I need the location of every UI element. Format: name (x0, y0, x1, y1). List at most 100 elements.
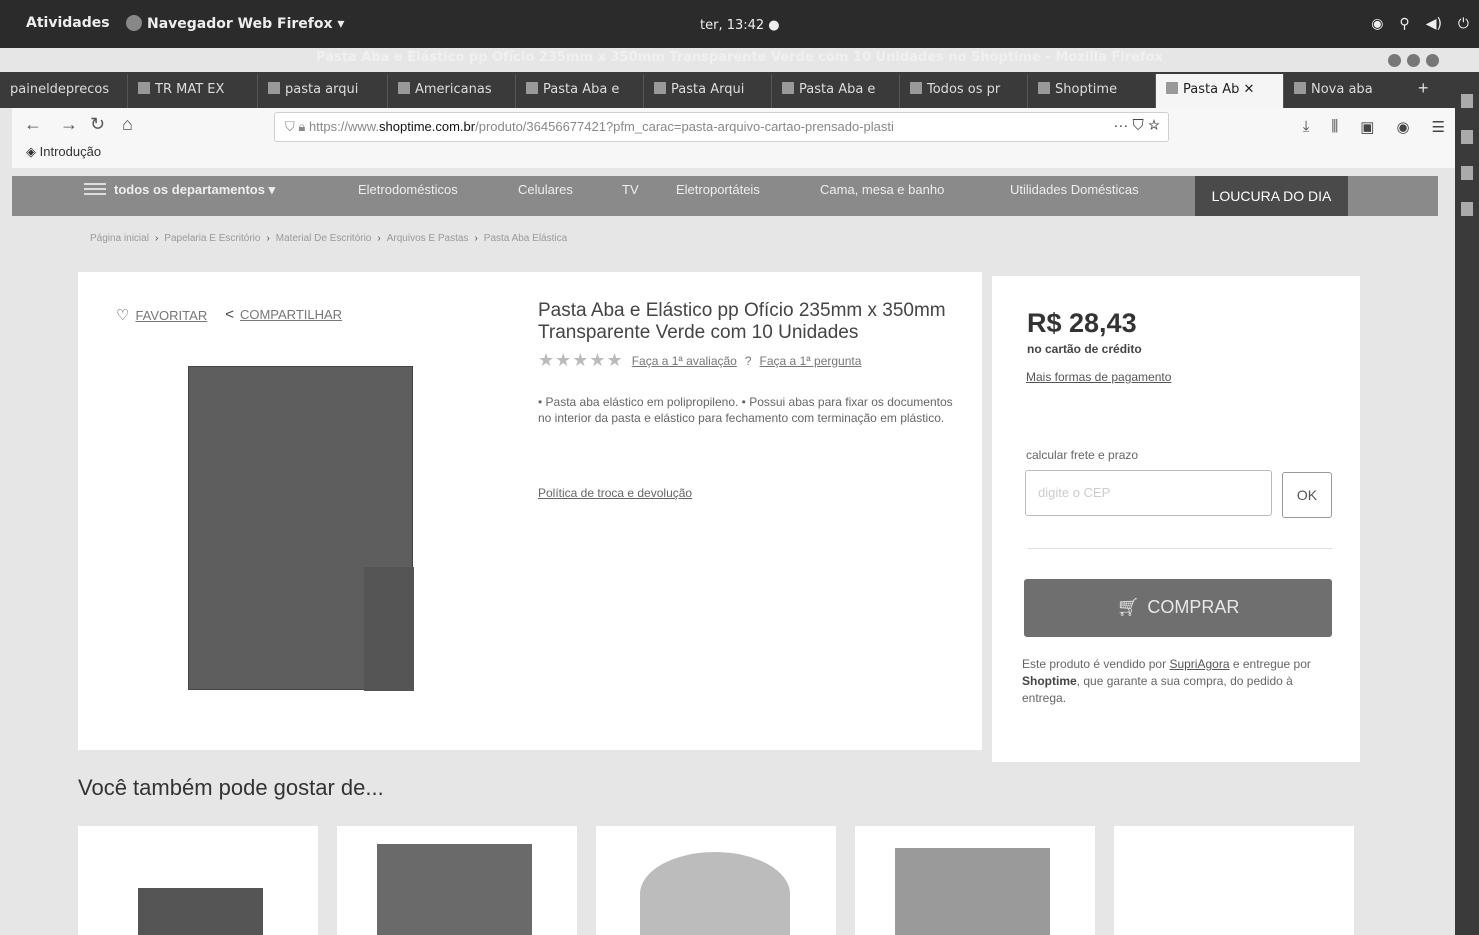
menu-icon[interactable]: ☰ (1432, 118, 1445, 136)
product-thumbnail (640, 852, 790, 935)
account-icon[interactable]: ◉ (1396, 118, 1409, 136)
tab-nova-aba[interactable]: Nova aba (1284, 74, 1408, 108)
product-actions: ♡ FAVORITAR < COMPARTILHAR (116, 306, 342, 324)
sidebar-icon[interactable]: ▣ (1360, 118, 1374, 136)
maximize-button[interactable] (1407, 54, 1420, 67)
seller-info: Este produto é vendido por SupriAgora e … (1022, 656, 1322, 707)
tab-shoptime[interactable]: Shoptime (1028, 74, 1156, 108)
new-tab-button[interactable]: + (1408, 74, 1439, 108)
urlbar-actions: ··· ⛉ ☆ (1113, 117, 1160, 134)
tab-paineldeprecos[interactable]: paineldeprecos (0, 74, 128, 108)
tab-label: Americanas (415, 82, 492, 97)
seller-prefix: Este produto é vendido por (1022, 657, 1167, 671)
power-icon: ⏻ (1457, 16, 1469, 32)
home-icon[interactable]: ⌂ (122, 114, 133, 135)
page-icon (526, 82, 538, 94)
share-button[interactable]: < COMPARTILHAR (225, 306, 342, 324)
app-menu[interactable]: Navegador Web Firefox ▾ (126, 15, 344, 32)
tab-americanas[interactable]: Americanas (388, 74, 516, 108)
buy-button-label: COMPRAR (1147, 597, 1240, 617)
tab-strip: paineldeprecos TR MAT EX pasta arqui Ame… (0, 72, 1455, 108)
page-icon (654, 82, 666, 94)
minimize-button[interactable] (1388, 54, 1401, 67)
bookmark-label: Introdução (39, 144, 102, 159)
first-review-link[interactable]: Faça a 1ª avaliação (632, 354, 737, 368)
question-icon: ? (744, 353, 752, 368)
bookmark-introducao[interactable]: ◈ Introdução (26, 144, 101, 160)
clock[interactable]: ter, 13:42 ● (700, 18, 780, 33)
nav-utilidades-domesticas[interactable]: Utilidades Domésticas (1010, 182, 1139, 197)
tab-todos-os-produtos[interactable]: Todos os pr (900, 74, 1028, 108)
recommendation-card[interactable] (855, 826, 1095, 935)
breadcrumb: Página inicial › Papelaria E Escritório › … (90, 233, 567, 244)
recommendation-card[interactable] (337, 826, 577, 935)
product-thumbnail (895, 848, 1050, 935)
chevron-right-icon: › (154, 233, 159, 244)
forward-arrow-icon[interactable]: → (60, 114, 78, 135)
side-icon (1461, 130, 1473, 144)
breadcrumb-item[interactable]: Material De Escritório (276, 233, 372, 244)
tab-pasta-aba-1[interactable]: Pasta Aba e (516, 74, 644, 108)
url-host: shoptime.com.br (379, 119, 476, 134)
close-window-button[interactable] (1426, 54, 1439, 67)
more-payment-link[interactable]: Mais formas de pagamento (1026, 370, 1171, 384)
page-icon (398, 82, 410, 94)
cep-input[interactable]: digite o CEP (1025, 470, 1272, 516)
tab-tr-mat[interactable]: TR MAT EX (128, 74, 258, 108)
return-policy-link[interactable]: Política de troca e devolução (538, 486, 692, 500)
accessibility-icon: ⚲ (1399, 16, 1410, 32)
app-menu-label: Navegador Web Firefox ▾ (147, 16, 345, 32)
tab-label: Pasta Aba e (799, 82, 876, 97)
all-departments-menu[interactable]: todos os departamentos ▾ (84, 182, 275, 198)
tab-pasta-aba-active[interactable]: Pasta Ab ✕ (1156, 74, 1284, 108)
nav-celulares[interactable]: Celulares (518, 182, 573, 197)
system-tray[interactable]: ◉ ⚲ ◀) ⏻ (1371, 16, 1469, 32)
tab-pasta-arquivo-2[interactable]: Pasta Arqui (644, 74, 772, 108)
download-icon[interactable]: ⤓ (1303, 118, 1310, 136)
first-question-link[interactable]: Faça a 1ª pergunta (760, 354, 862, 368)
seller-delivery: Shoptime (1022, 674, 1077, 688)
more-icon[interactable]: ··· (1113, 117, 1128, 134)
address-bar[interactable]: ⛉ 🔒︎ https://www.shoptime.com.br/produto… (274, 112, 1169, 142)
close-tab-icon[interactable]: ✕ (1243, 82, 1254, 97)
recommendation-card[interactable] (78, 826, 318, 935)
recommendation-card[interactable] (596, 826, 836, 935)
tab-pasta-arquivo[interactable]: pasta arqui (258, 74, 388, 108)
breadcrumb-item[interactable]: Arquivos E Pastas (387, 233, 469, 244)
breadcrumb-item[interactable]: Papelaria E Escritório (164, 233, 260, 244)
nav-cama-mesa-banho[interactable]: Cama, mesa e banho (820, 182, 944, 197)
navigation-bar: ← → ↻ ⌂ ⛉ 🔒︎ https://www.shoptime.com.br… (12, 108, 1455, 168)
page-icon (138, 82, 150, 94)
activities-button[interactable]: Atividades (26, 15, 110, 31)
pocket-icon[interactable]: ⛉ (1133, 117, 1144, 134)
side-icon (1461, 202, 1473, 216)
bookmark-star-icon[interactable]: ☆ (1148, 117, 1160, 134)
recommendation-card[interactable] (1114, 826, 1354, 935)
buy-button[interactable]: 🛒︎ COMPRAR (1024, 579, 1332, 637)
hamburger-icon (84, 183, 106, 195)
side-icon (1461, 166, 1473, 180)
tab-label: Nova aba (1311, 82, 1373, 97)
product-image[interactable] (188, 366, 414, 691)
tab-pasta-aba-2[interactable]: Pasta Aba e (772, 74, 900, 108)
url-path: /produto/36456677421?pfm_carac=pasta-arq… (475, 119, 894, 134)
nav-eletrodomesticos[interactable]: Eletrodomésticos (358, 182, 458, 197)
nav-tv[interactable]: TV (622, 182, 639, 197)
tab-label: Pasta Aba e (543, 82, 620, 97)
back-arrow-icon[interactable]: ← (24, 114, 42, 135)
toolbar-icons: ⤓ ⫼ ▣ ◉ ☰ (1303, 118, 1445, 136)
system-top-bar: Atividades Navegador Web Firefox ▾ ter, … (0, 0, 1479, 48)
share-icon: < (225, 306, 234, 323)
nav-eletroportateis[interactable]: Eletroportáteis (676, 182, 760, 197)
seller-link[interactable]: SupriAgora (1169, 657, 1229, 671)
loucura-do-dia-link[interactable]: LOUCURA DO DIA (1195, 176, 1348, 216)
breadcrumb-item[interactable]: Página inicial (90, 233, 149, 244)
reload-icon[interactable]: ↻ (90, 114, 105, 135)
page-icon (1038, 82, 1050, 94)
ok-button[interactable]: OK (1282, 472, 1332, 518)
lock-icon: 🔒︎ (298, 119, 306, 134)
window-controls (1388, 54, 1439, 67)
library-icon[interactable]: ⫼ (1331, 118, 1338, 136)
heart-icon: ♡ (116, 307, 130, 324)
favorite-button[interactable]: ♡ FAVORITAR (116, 306, 207, 324)
